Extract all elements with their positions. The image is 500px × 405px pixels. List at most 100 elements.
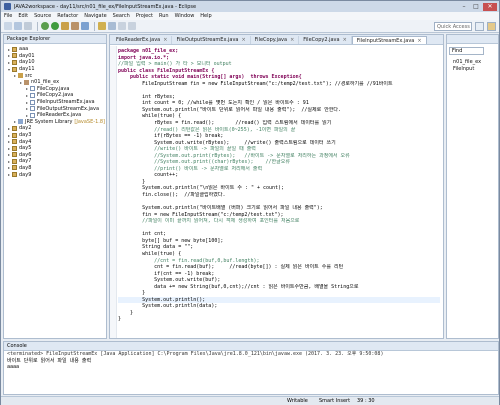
tree-item-label: day4	[19, 138, 32, 145]
project-icon	[12, 152, 17, 158]
tree-item-label: day6	[19, 151, 32, 158]
back-icon[interactable]	[118, 22, 126, 30]
editor-tab-label: FileOutputStreamEx.java	[176, 37, 239, 43]
tree-item[interactable]: ▸ aaa	[5, 46, 106, 53]
tree-item[interactable]: ▾ day11	[5, 66, 106, 73]
menu-item-source[interactable]: Source	[34, 13, 51, 19]
tree-item-label: FileCopy.java	[37, 85, 70, 92]
tree-item[interactable]: ▸ day10	[5, 59, 106, 66]
tree-item-label: src	[25, 72, 33, 79]
tree-item[interactable]: ▸ day8	[5, 165, 106, 172]
editor-tab-label: FileInputStreamEx.java	[356, 37, 415, 44]
close-tab-icon[interactable]: ×	[417, 38, 421, 44]
console-line: 바이트 단위로 읽어서 파일 내용 출력	[7, 357, 92, 364]
code-line: FileInputStream fin = new FileInputStrea…	[118, 80, 393, 87]
debug-icon[interactable]	[41, 22, 49, 30]
search-icon[interactable]	[108, 22, 116, 30]
tree-item[interactable]: ▸ FileReaderEx.java	[5, 112, 106, 119]
close-button[interactable]: ✕	[483, 2, 497, 11]
save-icon[interactable]	[14, 22, 22, 30]
forward-icon[interactable]	[128, 22, 136, 30]
outline-panel: Find n01_file_ex FileInput	[446, 34, 499, 339]
project-icon	[12, 172, 17, 178]
tree-item-label: FileCopy2.java	[37, 92, 74, 99]
eclipse-icon	[4, 3, 11, 10]
editor-tab[interactable]: FileCopy2.java ×	[299, 36, 352, 44]
new-class-icon[interactable]	[81, 22, 89, 30]
menu-item-refactor[interactable]: Refactor	[57, 13, 78, 19]
editor-tab[interactable]: FileCopy.java ×	[251, 36, 300, 44]
menu-item-file[interactable]: File	[4, 13, 12, 19]
project-icon	[12, 59, 17, 65]
src-icon	[18, 73, 23, 79]
new-icon[interactable]	[4, 22, 12, 30]
tree-item[interactable]: ▸ day5	[5, 145, 106, 152]
tree-item-label: day5	[19, 145, 32, 152]
project-icon	[12, 158, 17, 164]
menu-item-run[interactable]: Run	[159, 13, 169, 19]
tree-item-label: day11	[19, 66, 35, 73]
eclipse-window: JAVA2workspace - day11/src/n01_file_ex/F…	[0, 0, 500, 405]
outline-filter-input[interactable]: Find	[449, 47, 484, 55]
tree-item[interactable]: ▸ day01	[5, 53, 106, 60]
tree-item-label: JRE System Library	[25, 118, 73, 125]
menu-item-edit[interactable]: Edit	[18, 13, 28, 19]
code-line: }	[118, 316, 122, 323]
menu-item-help[interactable]: Help	[200, 13, 211, 19]
maximize-button[interactable]: □	[471, 3, 481, 11]
close-tab-icon[interactable]: ×	[163, 37, 167, 43]
code-area[interactable]: package n01_file_ex; import java.io.*;//파…	[110, 46, 443, 338]
tree-item[interactable]: ▸ n01_file_ex	[5, 79, 106, 86]
run-icon[interactable]	[51, 22, 59, 30]
tree-item[interactable]: ▸ FileInputStreamEx.java	[5, 99, 106, 106]
open-perspective-icon[interactable]	[475, 22, 484, 31]
tree-item[interactable]: ▸ FileOutputStreamEx.java	[5, 105, 106, 112]
menu-item-project[interactable]: Project	[136, 13, 153, 19]
editor-panel: FileReaderEx.java × FileOutputStreamEx.jav…	[109, 34, 444, 339]
editor-tab[interactable]: FileReaderEx.java ×	[112, 36, 173, 44]
status-insert-mode: Smart Insert	[319, 398, 351, 404]
tree-item[interactable]: ▸ day6	[5, 152, 106, 159]
status-bar: Writable Smart Insert 39 : 30	[1, 396, 499, 405]
project-icon	[12, 139, 17, 145]
quick-access-input[interactable]: Quick Access	[434, 22, 472, 31]
outline-item-package[interactable]: n01_file_ex	[453, 59, 481, 65]
tree-item[interactable]: ▸ day2	[5, 125, 106, 132]
project-icon	[12, 125, 17, 131]
editor-tab[interactable]: FileOutputStreamEx.java ×	[172, 36, 251, 44]
tree-item-label: FileOutputStreamEx.java	[37, 105, 100, 112]
outline-item-class[interactable]: FileInput	[453, 66, 474, 72]
tree-item[interactable]: ▸ src	[5, 72, 106, 79]
status-writable: Writable	[287, 398, 308, 404]
tree-item[interactable]: ▸ FileCopy2.java	[5, 92, 106, 99]
tree-item-label: day9	[19, 171, 32, 178]
menu-item-navigate[interactable]: Navigate	[84, 13, 106, 19]
tree-item[interactable]: ▸ day4	[5, 138, 106, 145]
close-tab-icon[interactable]: ×	[290, 37, 294, 43]
minimize-button[interactable]: –	[459, 3, 469, 11]
open-type-icon[interactable]	[98, 22, 106, 30]
tree-item[interactable]: ▸ day7	[5, 158, 106, 165]
package-explorer-header: Package Explorer	[4, 35, 106, 44]
menu-item-search[interactable]: Search	[113, 13, 130, 19]
print-icon[interactable]	[24, 22, 32, 30]
tree-item[interactable]: ▸ day3	[5, 132, 106, 139]
tree-item-label: FileReaderEx.java	[37, 112, 82, 119]
editor-tab[interactable]: FileInputStreamEx.java ×	[351, 36, 427, 44]
tree-item[interactable]: ▸ FileCopy.java	[5, 86, 106, 93]
new-package-icon[interactable]	[71, 22, 79, 30]
code-lines: package n01_file_ex; import java.io.*;//파…	[118, 48, 440, 323]
tree-item-label: aaa	[19, 46, 29, 53]
tree-item[interactable]: ▸ JRE System Library [JavaSE-1.8]	[5, 119, 106, 126]
line-gutter	[110, 46, 117, 338]
package-icon	[24, 79, 29, 85]
menu-bar: File Edit Source Refactor Navigate Search Proj…	[1, 12, 499, 20]
close-tab-icon[interactable]: ×	[343, 37, 347, 43]
java-perspective-icon[interactable]	[487, 22, 496, 31]
outline-header	[447, 35, 498, 44]
new-java-project-icon[interactable]	[61, 22, 69, 30]
close-tab-icon[interactable]: ×	[241, 37, 245, 43]
menu-item-window[interactable]: Window	[175, 13, 195, 19]
package-tree: ▸ aaa ▸ day01 ▸ day10 ▾ day11 ▸ src ▸ n01_file_ex ▸ F…	[4, 44, 106, 178]
tree-item[interactable]: ▸ day9	[5, 171, 106, 178]
